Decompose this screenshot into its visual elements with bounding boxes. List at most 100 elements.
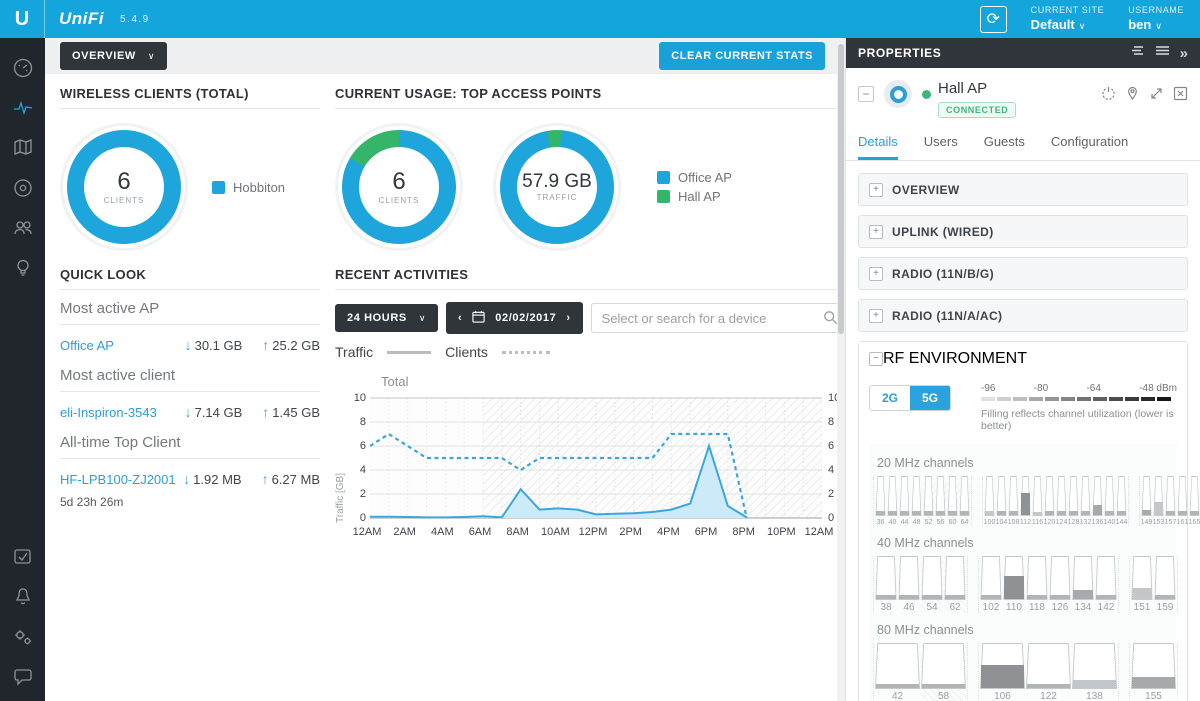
sidebar-item-chat[interactable] bbox=[0, 661, 45, 697]
time-range-dropdown[interactable]: 24 HOURS ∨ bbox=[335, 304, 439, 332]
chart-series-title: Total bbox=[381, 374, 409, 389]
date-picker[interactable]: ‹ 02/02/2017 › bbox=[446, 302, 583, 334]
refresh-button[interactable]: ⟳ bbox=[979, 5, 1007, 33]
band-toggle-5g[interactable]: 5G bbox=[910, 386, 951, 410]
top-ap-clients-donut: 6 CLIENTS bbox=[335, 123, 463, 251]
username-dropdown[interactable]: USERNAME ben ∨ bbox=[1128, 5, 1184, 33]
channel-60: 60 bbox=[947, 476, 958, 526]
tab-details[interactable]: Details bbox=[858, 128, 898, 160]
current-usage-title: CURRENT USAGE: TOP ACCESS POINTS bbox=[335, 86, 835, 109]
download-icon: ↓ bbox=[184, 337, 192, 353]
bell-icon bbox=[12, 586, 34, 613]
sidebar-item-statistics[interactable] bbox=[0, 92, 45, 128]
main-content: OVERVIEW ∨ CLEAR CURRENT STATS WIRELESS C… bbox=[45, 38, 846, 701]
channel-110: 110 bbox=[1003, 556, 1025, 613]
device-link[interactable]: HF-LPB100-ZJ2001 bbox=[60, 472, 176, 487]
collapse-device-icon[interactable]: − bbox=[858, 86, 874, 102]
channel-58: 58 bbox=[921, 643, 966, 701]
device-link[interactable]: eli-Inspiron-3543 bbox=[60, 405, 157, 420]
channel-155: 155 bbox=[1131, 643, 1176, 701]
channel-126: 126 bbox=[1049, 556, 1071, 613]
band-label: 80 MHz channels bbox=[877, 623, 974, 637]
clients-total-donut: 6 CLIENTS bbox=[60, 123, 188, 251]
tab-configuration[interactable]: Configuration bbox=[1051, 128, 1128, 160]
current-site-label: CURRENT SITE bbox=[1030, 5, 1105, 16]
section-radio-11naac[interactable]: + RADIO (11N/A/AC) bbox=[858, 299, 1188, 332]
channel-36: 36 bbox=[875, 476, 886, 526]
band-toggle: 2G 5G bbox=[869, 385, 952, 411]
channel-112: 112 bbox=[1020, 476, 1031, 526]
recent-activities-title: RECENT ACTIVITIES bbox=[335, 267, 846, 290]
main-scrollbar[interactable] bbox=[837, 38, 845, 701]
properties-panel: PROPERTIES » − Hall AP CONNECTED Details… bbox=[845, 38, 1200, 701]
tab-guests[interactable]: Guests bbox=[984, 128, 1025, 160]
rf-environment-header[interactable]: − RF ENVIRONMENT bbox=[859, 342, 1187, 375]
properties-title: PROPERTIES bbox=[858, 46, 942, 60]
device-name: Hall AP bbox=[938, 80, 988, 97]
uptime-value: 5d 23h 26m bbox=[60, 495, 124, 509]
section-radio-11nbg[interactable]: + RADIO (11N/B/G) bbox=[858, 257, 1188, 290]
channel-159: 159 bbox=[1154, 556, 1176, 613]
channel-136: 136 bbox=[1092, 476, 1103, 526]
locate-device-icon[interactable] bbox=[1125, 86, 1140, 106]
clients-total-unit: CLIENTS bbox=[103, 195, 145, 205]
scrollbar-thumb[interactable] bbox=[838, 44, 844, 334]
current-site-dropdown[interactable]: CURRENT SITE Default ∨ bbox=[1031, 5, 1105, 33]
legend-swatch bbox=[212, 180, 225, 194]
section-overview[interactable]: + OVERVIEW bbox=[858, 173, 1188, 206]
close-panel-icon[interactable] bbox=[1173, 86, 1188, 106]
date-value: 02/02/2017 bbox=[495, 312, 557, 324]
top-ap-clients-value: 6 bbox=[392, 167, 406, 195]
search-icon bbox=[823, 310, 838, 330]
channel-108: 108 bbox=[1008, 476, 1019, 526]
sidebar-item-clients[interactable] bbox=[0, 212, 45, 248]
ubiquiti-logo[interactable]: U bbox=[0, 0, 45, 38]
device-disc-icon bbox=[12, 177, 34, 204]
chevron-down-icon: ∨ bbox=[147, 50, 156, 61]
tab-users[interactable]: Users bbox=[924, 128, 958, 160]
dbm-scale: -96 -80 -64 -48 dBm Filling reflects channe… bbox=[981, 383, 1177, 432]
traffic-legend-line bbox=[387, 350, 432, 354]
channel-140: 140 bbox=[1104, 476, 1115, 526]
legend-item-hall-ap: Hall AP bbox=[657, 189, 732, 204]
download-icon: ↓ bbox=[183, 471, 191, 487]
sidebar-item-events[interactable] bbox=[0, 541, 45, 577]
version-label: 5.4.9 bbox=[120, 13, 150, 25]
prev-day-icon[interactable]: ‹ bbox=[458, 312, 462, 324]
band-toggle-2g[interactable]: 2G bbox=[870, 386, 911, 410]
sidebar-item-alerts[interactable] bbox=[0, 581, 45, 617]
restart-device-icon[interactable] bbox=[1101, 86, 1116, 106]
sidebar-item-dashboard[interactable] bbox=[0, 52, 45, 88]
stack-view-icon[interactable] bbox=[1130, 44, 1145, 62]
device-link[interactable]: Office AP bbox=[60, 338, 114, 353]
collapse-icon: − bbox=[869, 351, 883, 366]
sidebar-item-devices[interactable] bbox=[0, 172, 45, 208]
username-label: USERNAME bbox=[1128, 5, 1184, 16]
stats-toolbar: OVERVIEW ∨ CLEAR CURRENT STATS bbox=[45, 38, 837, 74]
dbm-gradient bbox=[981, 397, 1177, 401]
device-search-input[interactable] bbox=[590, 303, 846, 333]
collapse-panel-icon[interactable]: » bbox=[1180, 45, 1188, 62]
sidebar-item-settings[interactable] bbox=[0, 621, 45, 657]
list-view-icon[interactable] bbox=[1155, 44, 1170, 62]
sidebar-item-map[interactable] bbox=[0, 132, 45, 168]
channel-153: 153 bbox=[1153, 476, 1164, 526]
channel-64: 64 bbox=[959, 476, 970, 526]
channel-120: 120 bbox=[1044, 476, 1055, 526]
calendar-icon bbox=[472, 310, 485, 326]
next-day-icon[interactable]: › bbox=[566, 312, 570, 324]
channel-132: 132 bbox=[1080, 476, 1091, 526]
channel-151: 151 bbox=[1131, 556, 1153, 613]
gears-icon bbox=[12, 626, 34, 653]
clients-legend-label: Clients bbox=[445, 344, 488, 360]
channel-38: 38 bbox=[875, 556, 897, 613]
clear-current-stats-button[interactable]: CLEAR CURRENT STATS bbox=[659, 42, 825, 70]
sidebar-item-insights[interactable] bbox=[0, 252, 45, 288]
expand-panel-icon[interactable] bbox=[1149, 86, 1164, 106]
wireless-clients-title: WIRELESS CLIENTS (TOTAL) bbox=[60, 86, 320, 109]
section-uplink-wired[interactable]: + UPLINK (WIRED) bbox=[858, 215, 1188, 248]
view-selector-dropdown[interactable]: OVERVIEW ∨ bbox=[60, 42, 168, 70]
channel-56: 56 bbox=[935, 476, 946, 526]
section-rf-environment: − RF ENVIRONMENT 2G 5G -96 -80 -64 -48 dBm … bbox=[858, 341, 1200, 701]
most-active-client-label: Most active client bbox=[60, 357, 320, 392]
